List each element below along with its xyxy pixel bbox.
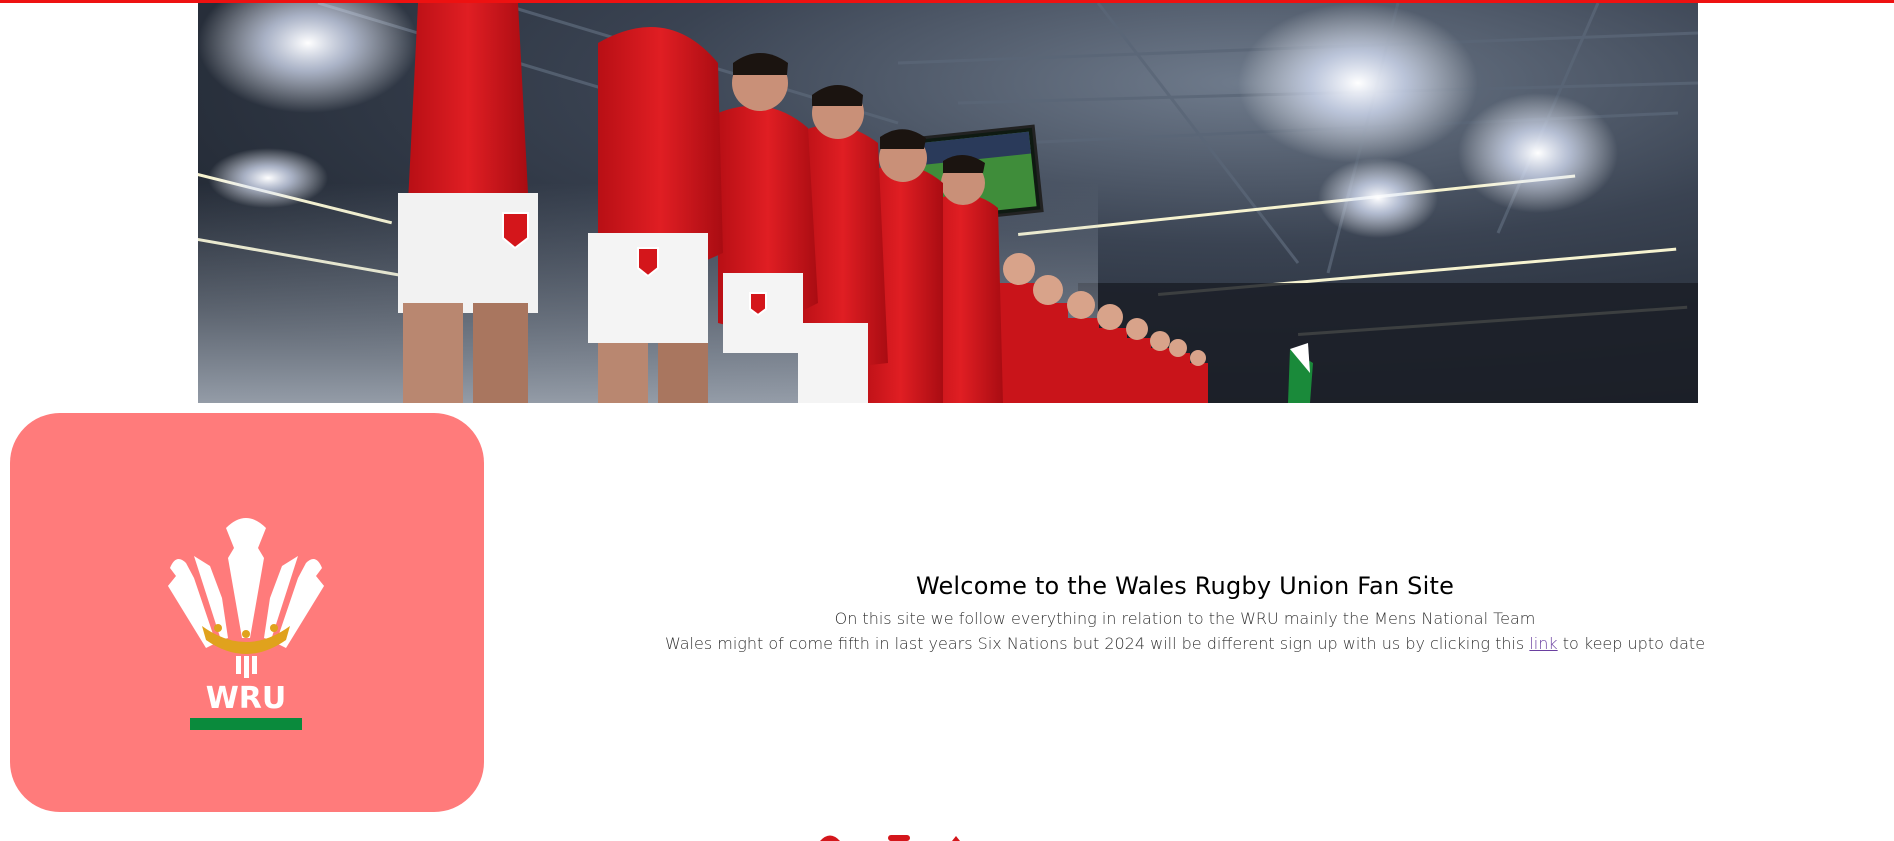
green-bar xyxy=(190,718,302,730)
signup-link[interactable]: link xyxy=(1529,634,1557,653)
signup-text-before: Wales might of come fifth in last years … xyxy=(664,634,1530,653)
hero-banner-image xyxy=(198,3,1698,403)
wru-wordmark: WRU xyxy=(206,681,287,716)
welcome-signup-line: Wales might of come fifth in last years … xyxy=(560,631,1810,656)
social-icon-2[interactable] xyxy=(888,835,910,841)
social-icons-row xyxy=(820,835,960,841)
wru-logo-card: WRU xyxy=(10,413,484,812)
welcome-section: Welcome to the Wales Rugby Union Fan Sit… xyxy=(560,572,1810,656)
welcome-title: Welcome to the Wales Rugby Union Fan Sit… xyxy=(915,572,1455,600)
social-icon-3[interactable] xyxy=(952,836,960,841)
wru-feathers-logo: WRU xyxy=(168,518,324,730)
welcome-intro-line: On this site we follow everything in rel… xyxy=(834,609,1536,628)
social-icon-1[interactable] xyxy=(820,835,840,841)
signup-text-after: to keep upto date xyxy=(1557,634,1706,653)
hero-stadium-illustration xyxy=(198,3,1698,403)
